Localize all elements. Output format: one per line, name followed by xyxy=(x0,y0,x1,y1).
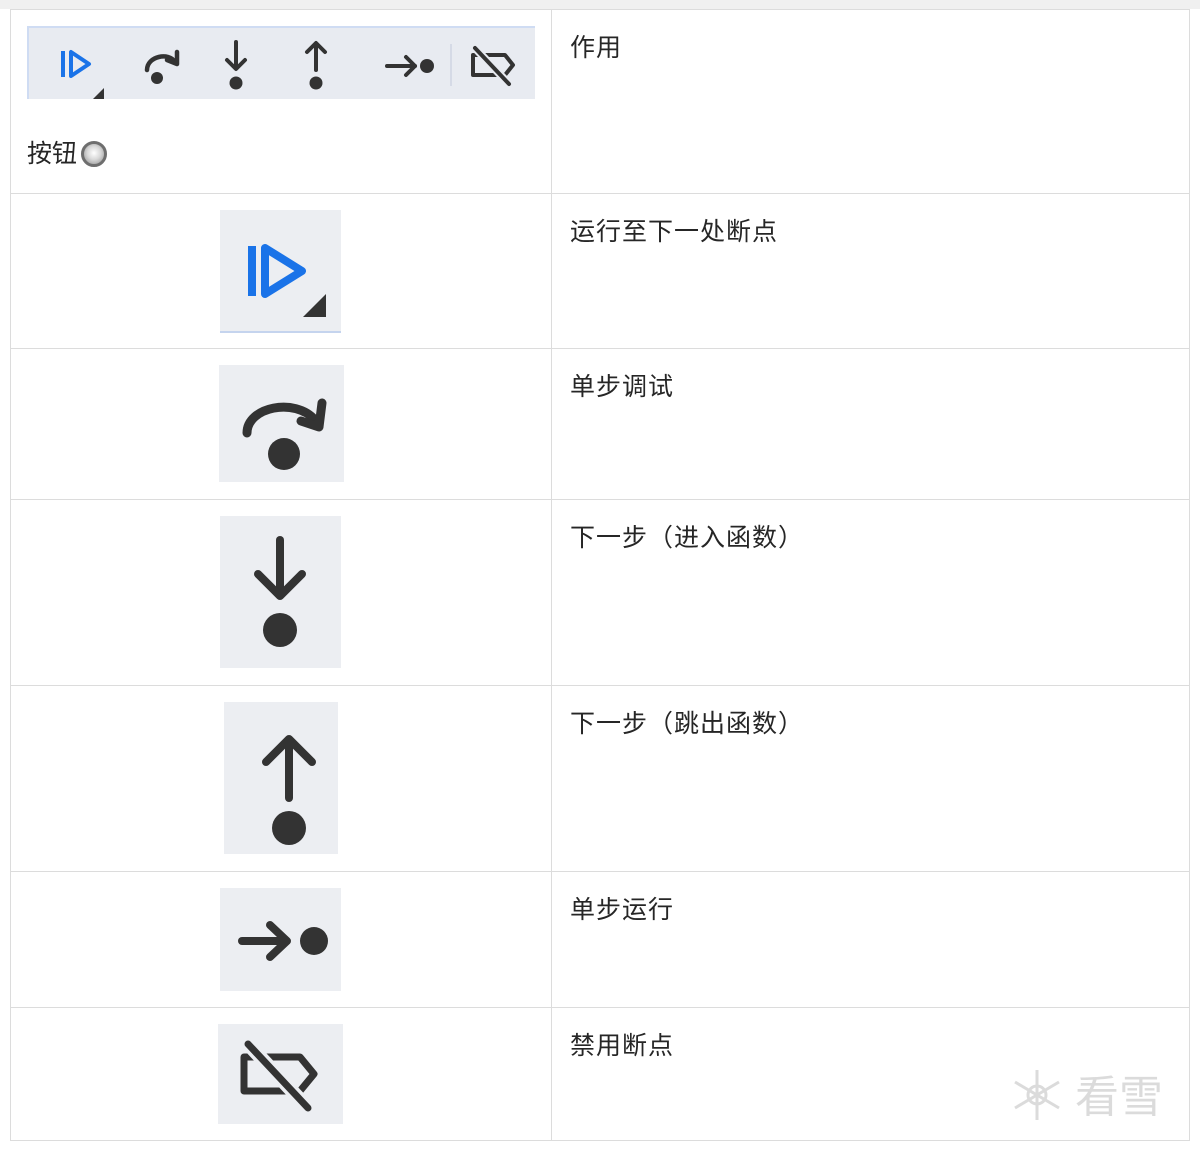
toolbar-separator xyxy=(450,44,452,86)
watermark-text: 看雪 xyxy=(1075,1073,1163,1122)
watermark: 看雪 xyxy=(1005,1060,1185,1130)
debugger-toolbar xyxy=(27,26,535,99)
description-cell: 下一步（跳出函数） xyxy=(551,685,1190,872)
icon-cell xyxy=(10,348,552,500)
table-row: 单步调试 xyxy=(10,348,1190,500)
button-column-header-text: 按钮 xyxy=(27,139,78,168)
table-row: 运行至下一处断点 xyxy=(10,193,1190,349)
run-to-next-breakpoint-icon[interactable] xyxy=(51,28,111,99)
page-top-band xyxy=(0,0,1200,9)
run-to-next-breakpoint-icon[interactable] xyxy=(220,210,341,333)
table-row: 下一步（跳出函数） xyxy=(10,685,1190,872)
button-column-header: 按钮 xyxy=(27,138,108,170)
deactivate-breakpoints-icon[interactable] xyxy=(461,28,531,99)
icon-cell xyxy=(10,1007,552,1141)
debug-buttons-table: 按钮 作用 运行至下一处断点 单步调试 下一步（进入函数） 下一步（跳出函数） … xyxy=(10,9,1190,1141)
row-description: 禁用断点 xyxy=(570,1031,675,1060)
row-description: 下一步（进入函数） xyxy=(570,523,805,552)
step-icon[interactable] xyxy=(371,28,441,99)
row-description: 运行至下一处断点 xyxy=(570,217,779,246)
table-header-row: 按钮 作用 xyxy=(10,9,1190,194)
step-out-icon[interactable] xyxy=(291,28,351,99)
header-effect-cell: 作用 xyxy=(551,9,1190,194)
table-row: 下一步（进入函数） xyxy=(10,499,1190,686)
description-cell: 单步调试 xyxy=(551,348,1190,500)
icon-cell xyxy=(10,193,552,349)
step-into-icon[interactable] xyxy=(220,516,341,668)
snowflake-icon: 看雪 xyxy=(1014,1070,1163,1122)
step-icon[interactable] xyxy=(220,888,341,991)
step-out-icon[interactable] xyxy=(224,702,338,854)
deactivate-breakpoints-icon[interactable] xyxy=(218,1024,343,1124)
icon-cell xyxy=(10,871,552,1008)
row-description: 单步调试 xyxy=(570,372,675,401)
header-button-cell: 按钮 xyxy=(10,9,552,194)
icon-cell xyxy=(10,685,552,872)
step-over-icon[interactable] xyxy=(131,28,191,99)
radio-button-icon[interactable] xyxy=(81,141,108,167)
description-cell: 下一步（进入函数） xyxy=(551,499,1190,686)
row-description: 下一步（跳出函数） xyxy=(570,709,805,738)
effect-column-header: 作用 xyxy=(570,33,623,62)
table-row: 单步运行 xyxy=(10,871,1190,1008)
icon-cell xyxy=(10,499,552,686)
step-into-icon[interactable] xyxy=(211,28,271,99)
row-description: 单步运行 xyxy=(570,895,675,924)
step-over-icon[interactable] xyxy=(219,365,344,482)
description-cell: 单步运行 xyxy=(551,871,1190,1008)
description-cell: 运行至下一处断点 xyxy=(551,193,1190,349)
